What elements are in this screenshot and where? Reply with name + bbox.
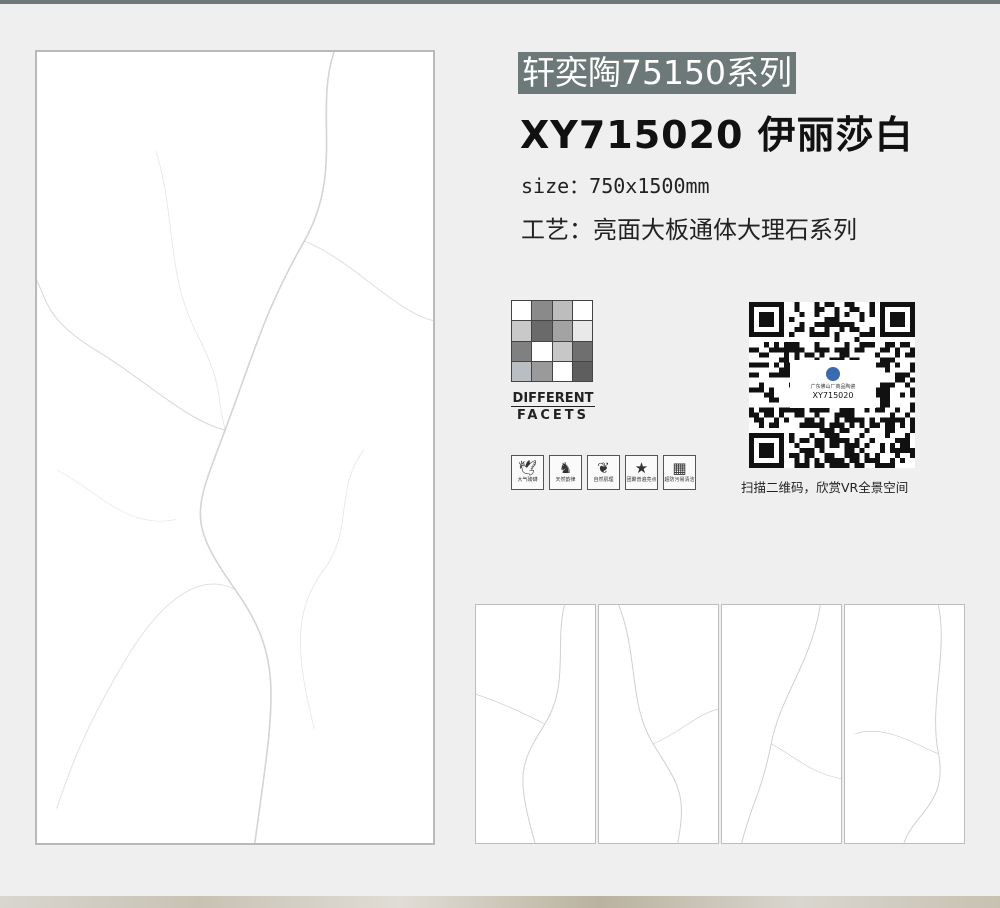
facets-cell bbox=[552, 361, 572, 381]
facets-cell bbox=[512, 301, 532, 321]
facets-cell bbox=[532, 301, 552, 321]
different-facets-logo bbox=[511, 300, 593, 382]
tile-thumbnail bbox=[598, 604, 719, 844]
facets-cell bbox=[532, 341, 552, 361]
facets-cell bbox=[512, 321, 532, 341]
tile-thumbnail bbox=[721, 604, 842, 844]
deer-icon: ♞ 天然韵律 bbox=[549, 455, 582, 490]
star-glyph: ★ bbox=[634, 459, 649, 477]
marble-veins bbox=[476, 605, 565, 843]
qr-brand: 广东佛山厂商品陶瓷 bbox=[810, 384, 856, 390]
top-rule bbox=[0, 0, 1000, 4]
texture-glyph: ▦ bbox=[672, 459, 687, 477]
tile-thumbnail bbox=[844, 604, 965, 844]
facets-cell bbox=[572, 341, 592, 361]
facets-cell bbox=[512, 341, 532, 361]
facets-logo-text: DIFFERENT FACETS bbox=[511, 391, 595, 424]
feature-caption: 自然肌理 bbox=[593, 477, 614, 483]
feature-caption: 大气磅礴 bbox=[517, 477, 538, 483]
feature-caption: 超防污易清洁 bbox=[664, 477, 695, 483]
facets-cell bbox=[572, 301, 592, 321]
star-icon: ★ 团聚普遍亮点 bbox=[625, 455, 658, 490]
leaf-icon: ❦ 自然肌理 bbox=[587, 455, 620, 490]
model-name: XY715020 伊丽莎白 bbox=[520, 113, 914, 157]
leaf-glyph: ❦ bbox=[597, 459, 610, 477]
marble-veins bbox=[854, 605, 942, 843]
marble-veins bbox=[618, 605, 718, 843]
qr-center-badge: 广东佛山厂商品陶瓷 XY715020 bbox=[790, 360, 876, 408]
feature-icons: 🕊 大气磅礴 ♞ 天然韵律 ❦ 自然肌理 ★ 团聚普遍亮点 ▦ 超防污易清洁 bbox=[511, 455, 696, 490]
marble-veins bbox=[37, 52, 433, 843]
eagle-icon: 🕊 大气磅礴 bbox=[511, 455, 544, 490]
process-spec: 工艺：亮面大板通体大理石系列 bbox=[521, 216, 857, 244]
brand-logo-icon bbox=[826, 367, 840, 381]
facets-cell bbox=[552, 321, 572, 341]
facets-cell bbox=[532, 361, 552, 381]
eagle-glyph: 🕊 bbox=[517, 459, 538, 477]
facets-cell bbox=[512, 361, 532, 381]
marble-veins bbox=[741, 605, 841, 843]
facets-cell bbox=[572, 361, 592, 381]
facets-cell bbox=[572, 321, 592, 341]
texture-icon: ▦ 超防污易清洁 bbox=[663, 455, 696, 490]
bottom-decor-strip bbox=[0, 896, 1000, 908]
qr-caption: 扫描二维码，欣赏VR全景空间 bbox=[741, 480, 909, 495]
main-tile-image bbox=[35, 50, 435, 845]
facets-line1: DIFFERENT bbox=[511, 391, 595, 407]
facets-cell bbox=[552, 341, 572, 361]
facets-cell bbox=[552, 301, 572, 321]
facets-line2: FACETS bbox=[516, 408, 590, 423]
tile-thumbnail bbox=[475, 604, 596, 844]
feature-caption: 团聚普遍亮点 bbox=[626, 477, 657, 483]
facets-cell bbox=[532, 321, 552, 341]
feature-caption: 天然韵律 bbox=[555, 477, 576, 483]
size-spec: size：750x1500mm bbox=[521, 174, 710, 198]
deer-glyph: ♞ bbox=[558, 459, 573, 477]
series-title: 轩奕陶75150系列 bbox=[518, 52, 796, 94]
qr-code-label: XY715020 bbox=[812, 391, 854, 400]
